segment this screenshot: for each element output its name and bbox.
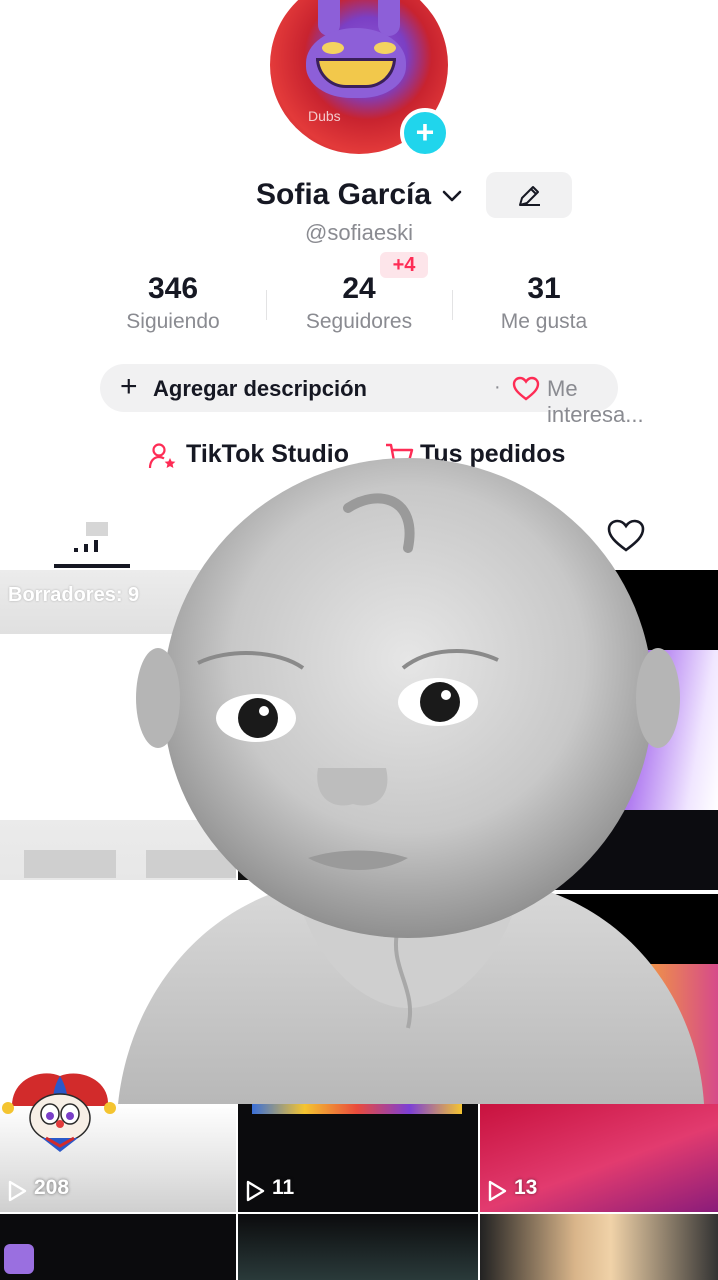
baby-photo-overlay xyxy=(118,458,704,1104)
play-icon xyxy=(8,1180,27,1202)
edit-profile-button[interactable] xyxy=(486,172,572,218)
stat-followers[interactable]: 24 Seguidores xyxy=(269,270,449,334)
stat-likes-label: Me gusta xyxy=(500,310,588,333)
plus-icon: + xyxy=(120,370,138,403)
stat-divider xyxy=(452,290,453,320)
play-icon xyxy=(488,1180,507,1202)
draft-thumbnail xyxy=(24,850,116,878)
view-count-value: 208 xyxy=(34,1176,70,1199)
stat-following-value: 346 xyxy=(147,272,199,305)
stat-likes-value: 31 xyxy=(527,272,561,305)
stat-followers-label: Seguidores xyxy=(305,310,413,333)
stat-following[interactable]: 346 Siguiendo xyxy=(83,270,263,334)
view-count-value: 11 xyxy=(272,1176,295,1199)
video-tile[interactable]: 13 xyxy=(480,1104,718,1212)
avatar-eye-left xyxy=(322,42,344,54)
video-tile[interactable]: 11 xyxy=(238,1104,478,1212)
video-thumbnail xyxy=(4,1244,34,1274)
add-description-button[interactable]: Agregar descripción xyxy=(153,376,367,402)
separator-dot: · xyxy=(494,376,501,398)
heart-icon xyxy=(512,376,540,401)
stat-followers-value: 24 xyxy=(342,272,376,305)
jester-sticker xyxy=(2,1073,116,1152)
chevron-down-icon[interactable] xyxy=(440,184,464,208)
avatar-ear-right xyxy=(378,0,400,36)
avatar-watermark: Dubs xyxy=(308,108,341,124)
view-count-value: 13 xyxy=(514,1176,538,1199)
bio-pill[interactable]: + Agregar descripción · Me interesa... xyxy=(100,364,644,427)
name-row: Sofia García xyxy=(0,172,718,220)
video-tile[interactable] xyxy=(238,1214,478,1280)
username: @sofiaeski xyxy=(305,220,413,245)
video-thumbnail xyxy=(252,1104,462,1114)
add-story-button[interactable]: + xyxy=(400,108,450,158)
videos-grid-icon[interactable] xyxy=(70,520,120,554)
stat-divider xyxy=(266,290,267,320)
video-tile[interactable] xyxy=(0,1214,236,1280)
video-tile[interactable] xyxy=(480,1214,718,1280)
stat-likes[interactable]: 31 Me gusta xyxy=(454,270,634,334)
avatar-eye-right xyxy=(374,42,396,54)
interests-button[interactable]: Me interesa... xyxy=(547,376,644,428)
stat-following-label: Siguiendo xyxy=(126,310,220,333)
pencil-icon xyxy=(519,186,540,206)
play-icon xyxy=(246,1180,265,1202)
display-name[interactable]: Sofia García xyxy=(256,178,431,212)
